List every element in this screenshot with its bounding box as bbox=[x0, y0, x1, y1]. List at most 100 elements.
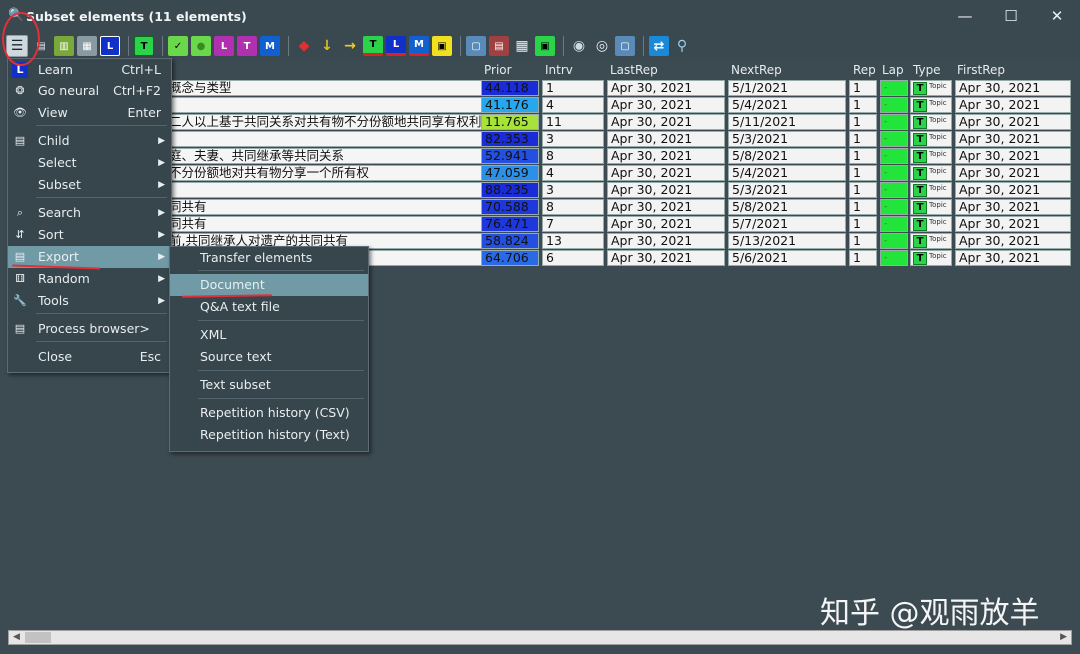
intrv-cell[interactable]: 7 bbox=[542, 216, 604, 232]
scroll-left-icon[interactable]: ◀ bbox=[13, 631, 20, 644]
title-cell[interactable]: 概念与类型 bbox=[165, 80, 485, 96]
menu-item-learn[interactable]: L Learn Ctrl+L bbox=[8, 59, 171, 81]
rep-cell[interactable]: 1 bbox=[849, 233, 877, 249]
submenu-item-repetition-history-text[interactable]: Repetition history (Text) bbox=[170, 424, 368, 446]
prior-cell[interactable]: 64.706 bbox=[481, 250, 539, 266]
type-cell[interactable]: T Topic bbox=[910, 148, 952, 164]
lastrep-cell[interactable]: Apr 30, 2021 bbox=[607, 216, 725, 232]
rep-cell[interactable]: 1 bbox=[849, 80, 877, 96]
m-red-icon[interactable]: M bbox=[409, 36, 429, 56]
check-icon[interactable]: ✓ bbox=[168, 36, 188, 56]
type-cell[interactable]: T Topic bbox=[910, 114, 952, 130]
lap-cell[interactable]: - bbox=[880, 182, 908, 198]
lastrep-cell[interactable]: Apr 30, 2021 bbox=[607, 233, 725, 249]
header-type[interactable]: Type bbox=[913, 63, 941, 78]
firstrep-cell[interactable]: Apr 30, 2021 bbox=[955, 182, 1071, 198]
t-purple-icon[interactable]: T bbox=[237, 36, 257, 56]
intrv-cell[interactable]: 4 bbox=[542, 165, 604, 181]
tree-icon[interactable]: ▣ bbox=[535, 36, 555, 56]
firstrep-cell[interactable]: Apr 30, 2021 bbox=[955, 80, 1071, 96]
nextrep-cell[interactable]: 5/6/2021 bbox=[728, 250, 846, 266]
type-cell[interactable]: T Topic bbox=[910, 131, 952, 147]
minimize-button[interactable]: — bbox=[942, 0, 988, 32]
yellow-grid-icon[interactable]: ▣ bbox=[432, 36, 452, 56]
intrv-cell[interactable]: 13 bbox=[542, 233, 604, 249]
firstrep-cell[interactable]: Apr 30, 2021 bbox=[955, 216, 1071, 232]
submenu-item-repetition-history-csv[interactable]: Repetition history (CSV) bbox=[170, 402, 368, 424]
l-purple-icon[interactable]: L bbox=[214, 36, 234, 56]
menu-item-close[interactable]: Close Esc bbox=[8, 346, 171, 368]
learn-icon[interactable]: L bbox=[100, 36, 120, 56]
intrv-cell[interactable]: 8 bbox=[542, 148, 604, 164]
header-lap[interactable]: Lap bbox=[882, 63, 904, 78]
type-cell[interactable]: T Topic bbox=[910, 199, 952, 215]
lap-cell[interactable]: - bbox=[880, 148, 908, 164]
title-cell[interactable]: 不分份额地对共有物分享一个所有权 bbox=[165, 165, 485, 181]
header-rep[interactable]: Rep bbox=[853, 63, 876, 78]
rep-cell[interactable]: 1 bbox=[849, 182, 877, 198]
save-icon[interactable]: ▢ bbox=[615, 36, 635, 56]
l-red-icon[interactable]: L bbox=[386, 36, 406, 56]
header-nextrep[interactable]: NextRep bbox=[731, 63, 782, 78]
nextrep-cell[interactable]: 5/3/2021 bbox=[728, 182, 846, 198]
lastrep-cell[interactable]: Apr 30, 2021 bbox=[607, 182, 725, 198]
type-cell[interactable]: T Topic bbox=[910, 233, 952, 249]
prior-cell[interactable]: 11.765 bbox=[481, 114, 539, 130]
lastrep-cell[interactable]: Apr 30, 2021 bbox=[607, 199, 725, 215]
rep-cell[interactable]: 1 bbox=[849, 165, 877, 181]
lap-cell[interactable]: - bbox=[880, 250, 908, 266]
menu-item-process-browser[interactable]: ▤ Process browser> bbox=[8, 318, 171, 340]
submenu-item-document[interactable]: Document bbox=[170, 274, 368, 296]
green-dot-icon[interactable]: ● bbox=[191, 36, 211, 56]
title-cell[interactable]: 同共有 bbox=[165, 199, 485, 215]
m-blue-icon[interactable]: M bbox=[260, 36, 280, 56]
header-firstrep[interactable]: FirstRep bbox=[957, 63, 1005, 78]
menu-item-go-neural[interactable]: ❂ Go neural Ctrl+F2 bbox=[8, 80, 171, 102]
lap-cell[interactable]: - bbox=[880, 165, 908, 181]
lap-cell[interactable]: - bbox=[880, 80, 908, 96]
prior-cell[interactable]: 82.353 bbox=[481, 131, 539, 147]
red-diamond-icon[interactable]: ◆ bbox=[294, 36, 314, 56]
rep-cell[interactable]: 1 bbox=[849, 250, 877, 266]
lastrep-cell[interactable]: Apr 30, 2021 bbox=[607, 148, 725, 164]
prior-cell[interactable]: 76.471 bbox=[481, 216, 539, 232]
lastrep-cell[interactable]: Apr 30, 2021 bbox=[607, 131, 725, 147]
lap-cell[interactable]: - bbox=[880, 131, 908, 147]
dice-icon[interactable]: ▦ bbox=[512, 36, 532, 56]
lap-cell[interactable]: - bbox=[880, 114, 908, 130]
lap-cell[interactable]: - bbox=[880, 233, 908, 249]
lap-cell[interactable]: - bbox=[880, 216, 908, 232]
intrv-cell[interactable]: 4 bbox=[542, 97, 604, 113]
sort-down-icon[interactable]: ↓ bbox=[317, 36, 337, 56]
header-lastrep[interactable]: LastRep bbox=[610, 63, 658, 78]
topic-red-icon[interactable]: T bbox=[363, 36, 383, 56]
nextrep-cell[interactable]: 5/8/2021 bbox=[728, 148, 846, 164]
grid-icon[interactable]: ▦ bbox=[77, 36, 97, 56]
intrv-cell[interactable]: 6 bbox=[542, 250, 604, 266]
nextrep-cell[interactable]: 5/4/2021 bbox=[728, 97, 846, 113]
intrv-cell[interactable]: 8 bbox=[542, 199, 604, 215]
menu-item-view[interactable]: 👁 View Enter bbox=[8, 102, 171, 124]
prior-cell[interactable]: 58.824 bbox=[481, 233, 539, 249]
intrv-cell[interactable]: 1 bbox=[542, 80, 604, 96]
intrv-cell[interactable]: 3 bbox=[542, 131, 604, 147]
firstrep-cell[interactable]: Apr 30, 2021 bbox=[955, 199, 1071, 215]
lap-cell[interactable]: - bbox=[880, 199, 908, 215]
type-cell[interactable]: T Topic bbox=[910, 250, 952, 266]
topic-icon[interactable]: T bbox=[134, 36, 154, 56]
prior-cell[interactable]: 70.588 bbox=[481, 199, 539, 215]
rep-cell[interactable]: 1 bbox=[849, 131, 877, 147]
menu-item-select[interactable]: Select ▶ bbox=[8, 152, 171, 174]
window-icon[interactable]: ▢ bbox=[466, 36, 486, 56]
scroll-right-icon[interactable]: ▶ bbox=[1060, 631, 1067, 644]
rep-cell[interactable]: 1 bbox=[849, 199, 877, 215]
prior-cell[interactable]: 52.941 bbox=[481, 148, 539, 164]
submenu-item-qa-text-file[interactable]: Q&A text file bbox=[170, 296, 368, 318]
firstrep-cell[interactable]: Apr 30, 2021 bbox=[955, 233, 1071, 249]
menu-item-tools[interactable]: 🔧 Tools ▶ bbox=[8, 290, 171, 312]
firstrep-cell[interactable]: Apr 30, 2021 bbox=[955, 165, 1071, 181]
menu-item-child[interactable]: ▤ Child ▶ bbox=[8, 130, 171, 152]
type-cell[interactable]: T Topic bbox=[910, 216, 952, 232]
title-cell[interactable]: 同共有 bbox=[165, 216, 485, 232]
lastrep-cell[interactable]: Apr 30, 2021 bbox=[607, 97, 725, 113]
